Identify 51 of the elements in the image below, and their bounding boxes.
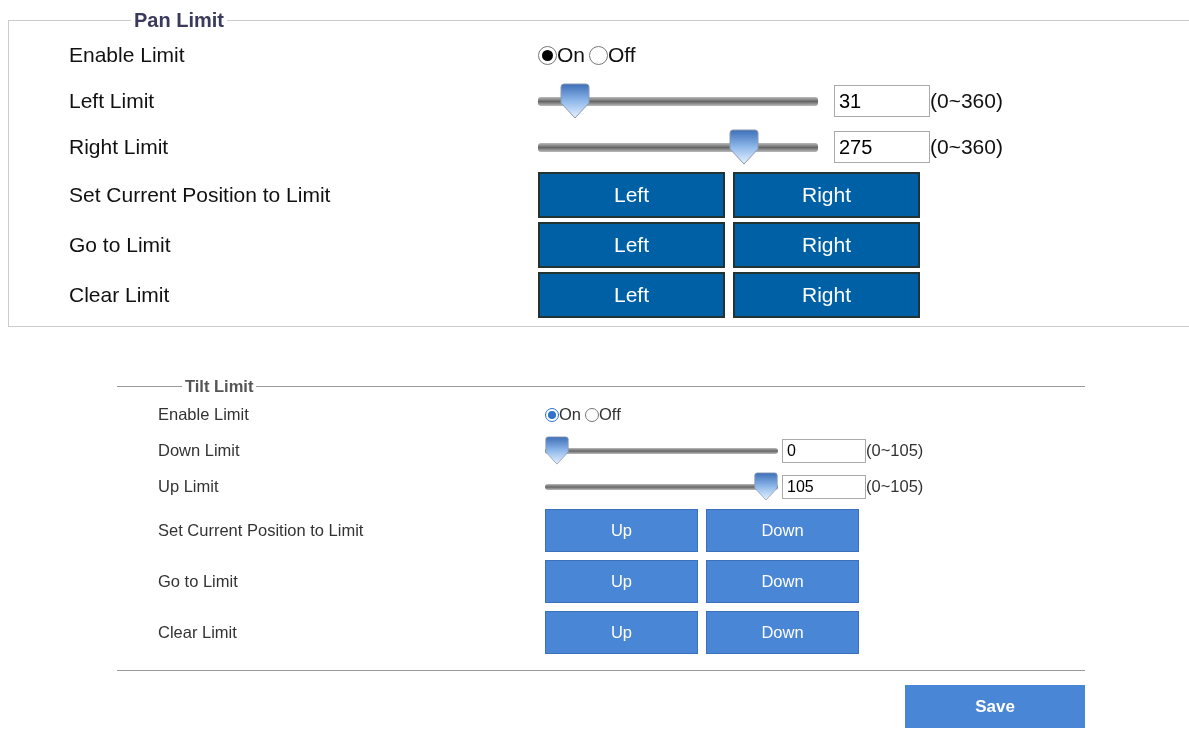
- field-label: Go to Limit: [158, 570, 239, 592]
- field-label: Up Limit: [158, 476, 220, 498]
- slider-thumb[interactable]: [754, 472, 778, 502]
- radio-label[interactable]: On: [557, 39, 585, 71]
- slider[interactable]: [538, 129, 818, 165]
- slider-thumb[interactable]: [545, 436, 569, 466]
- range-hint: (0~105): [866, 476, 924, 498]
- field-label: Enable Limit: [69, 42, 186, 69]
- radio-button[interactable]: [538, 45, 557, 65]
- limit-button[interactable]: Left: [538, 272, 725, 318]
- field-label: Right Limit: [69, 134, 170, 161]
- value-input[interactable]: 0: [782, 438, 866, 463]
- slider-thumb[interactable]: [559, 83, 590, 119]
- limit-button[interactable]: Left: [538, 172, 725, 218]
- section-title: Tilt Limit: [184, 377, 255, 397]
- radio-label[interactable]: On: [559, 402, 581, 428]
- radio-button[interactable]: [545, 407, 559, 422]
- limit-button[interactable]: Left: [538, 222, 725, 268]
- range-hint: (0~360): [930, 134, 1003, 161]
- field-label: Set Current Position to Limit: [69, 182, 332, 209]
- limit-button[interactable]: Right: [733, 172, 920, 218]
- limit-button[interactable]: Right: [733, 272, 920, 318]
- slider[interactable]: [538, 83, 818, 119]
- radio-button[interactable]: [589, 45, 608, 65]
- value-input[interactable]: 31: [834, 85, 930, 117]
- radio-label[interactable]: Off: [608, 39, 636, 71]
- field-label: Down Limit: [158, 440, 241, 462]
- slider-thumb[interactable]: [729, 129, 759, 165]
- field-label: Clear Limit: [69, 282, 171, 309]
- radio-button[interactable]: [585, 407, 599, 422]
- range-hint: (0~105): [866, 440, 924, 462]
- limit-button[interactable]: Down: [706, 610, 859, 654]
- value-input[interactable]: 275: [834, 131, 930, 163]
- limit-button[interactable]: Up: [545, 508, 698, 552]
- value-input[interactable]: 105: [782, 474, 866, 499]
- limit-button[interactable]: Down: [706, 559, 859, 603]
- field-label: Go to Limit: [69, 232, 172, 259]
- limit-button[interactable]: Right: [733, 222, 920, 268]
- section-title: Pan Limit: [133, 8, 225, 32]
- slider[interactable]: [545, 436, 778, 466]
- range-hint: (0~360): [930, 88, 1003, 115]
- radio-label[interactable]: Off: [599, 402, 621, 428]
- save-button[interactable]: Save: [905, 684, 1085, 728]
- slider[interactable]: [545, 472, 778, 502]
- field-label: Enable Limit: [158, 404, 250, 426]
- limit-button[interactable]: Up: [545, 559, 698, 603]
- field-label: Set Current Position to Limit: [158, 519, 365, 541]
- limit-button[interactable]: Up: [545, 610, 698, 654]
- field-label: Left Limit: [69, 88, 156, 115]
- limit-button[interactable]: Down: [706, 508, 859, 552]
- field-label: Clear Limit: [158, 621, 238, 643]
